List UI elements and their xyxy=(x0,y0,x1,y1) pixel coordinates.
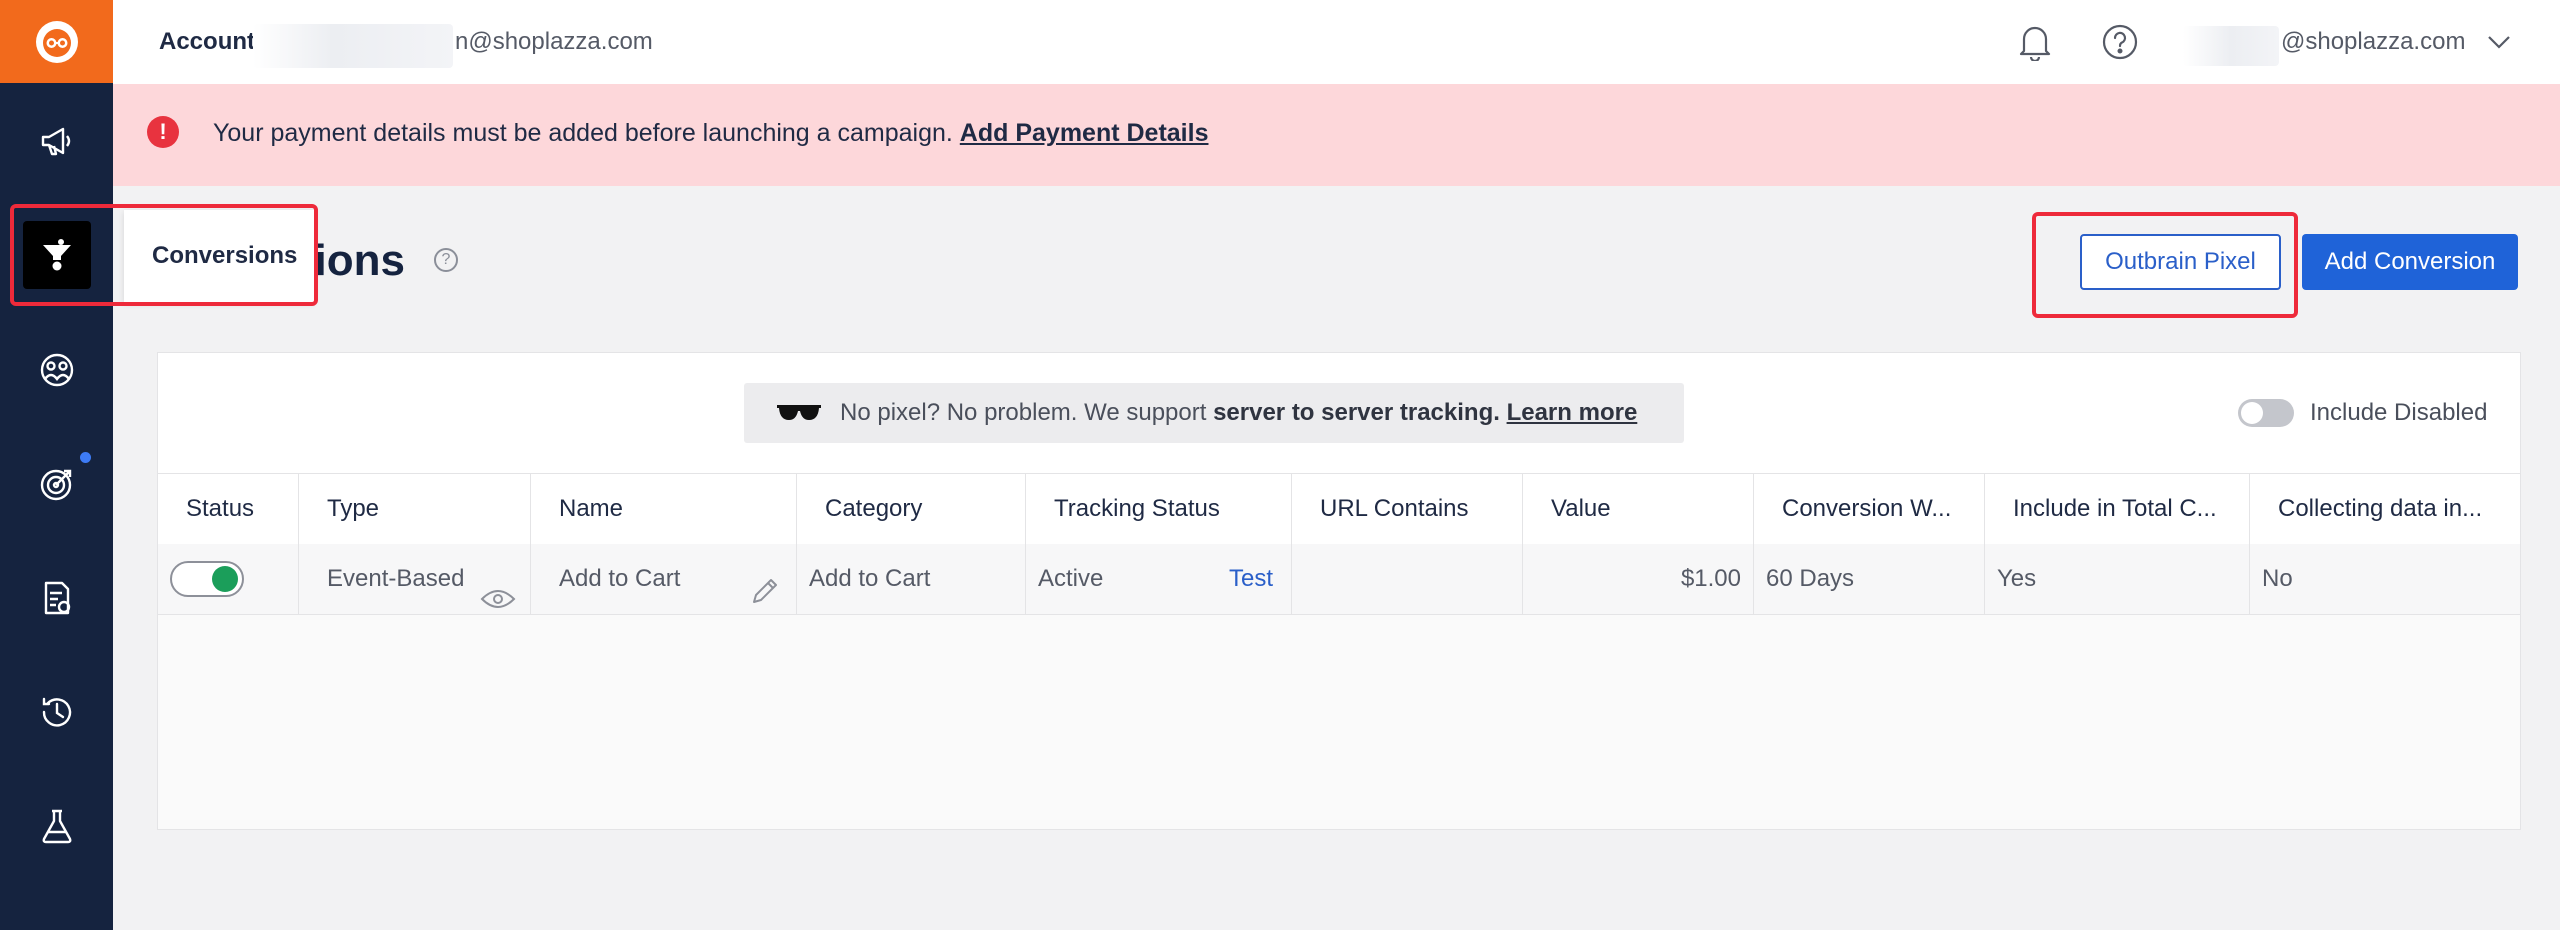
table-row: Event-Based Add to Cart Add to Cart Acti… xyxy=(158,544,2520,615)
tracking-status-cell: Active Test xyxy=(1026,544,1292,614)
column-header[interactable]: Type xyxy=(299,474,531,544)
type-cell: Event-Based xyxy=(299,544,531,614)
status-cell xyxy=(158,544,299,614)
value-cell: $1.00 xyxy=(1523,544,1754,614)
account-label: Account xyxy=(159,28,255,55)
column-header[interactable]: Tracking Status xyxy=(1026,474,1292,544)
name-cell: Add to Cart xyxy=(531,544,797,614)
include-disabled-label: Include Disabled xyxy=(2310,399,2488,426)
name-value: Add to Cart xyxy=(559,565,681,592)
alert-message: Your payment details must be added befor… xyxy=(213,119,953,147)
add-conversion-button[interactable]: Add Conversion xyxy=(2302,234,2518,290)
history-icon xyxy=(42,697,71,727)
column-header[interactable]: Value xyxy=(1523,474,1754,544)
alert-text: Your payment details must be added befor… xyxy=(213,119,1208,148)
highlight-box-pixel xyxy=(2032,212,2298,318)
column-header[interactable]: Name xyxy=(531,474,797,544)
test-link[interactable]: Test xyxy=(1229,544,1273,614)
sidebar-item-audiences[interactable] xyxy=(0,333,113,407)
table-header: Status Type Name Category Tracking Statu… xyxy=(158,473,2520,546)
url-contains-cell xyxy=(1292,544,1523,614)
add-payment-details-link[interactable]: Add Payment Details xyxy=(960,119,1209,147)
type-value: Event-Based xyxy=(327,565,465,592)
highlight-box-conversions xyxy=(10,204,318,306)
column-header[interactable]: Collecting data in... xyxy=(2250,474,2520,544)
column-header[interactable]: Category xyxy=(797,474,1026,544)
sidebar-item-lab[interactable] xyxy=(0,789,113,863)
include-disabled-toggle[interactable] xyxy=(2238,399,2294,427)
megaphone-icon xyxy=(41,127,70,156)
include-in-total-cell: Yes xyxy=(1985,544,2250,614)
target-icon xyxy=(40,469,71,501)
redacted-area xyxy=(2183,26,2279,66)
report-icon xyxy=(44,581,70,615)
lab-flask-icon xyxy=(42,809,71,844)
sidebar-item-campaigns[interactable] xyxy=(0,104,113,178)
collecting-data-cell: No xyxy=(2262,565,2293,592)
card-toolbar: No pixel? No problem. We support server … xyxy=(158,353,2520,473)
column-header[interactable]: URL Contains xyxy=(1292,474,1523,544)
category-cell: Add to Cart xyxy=(797,544,1026,614)
sunglasses-icon xyxy=(776,402,822,424)
status-toggle[interactable] xyxy=(170,561,244,597)
bell-icon[interactable] xyxy=(2015,22,2055,62)
redacted-area xyxy=(253,24,453,68)
column-header[interactable]: Conversion W... xyxy=(1754,474,1985,544)
alert-icon: ! xyxy=(147,116,179,148)
column-header[interactable]: Status xyxy=(158,474,299,544)
chevron-down-icon[interactable] xyxy=(2479,22,2519,62)
column-header[interactable]: Include in Total C... xyxy=(1985,474,2250,544)
payment-alert: ! Your payment details must be added bef… xyxy=(113,84,2560,186)
audience-icon xyxy=(40,353,73,387)
help-circle-icon[interactable] xyxy=(2100,22,2140,62)
eye-icon[interactable] xyxy=(480,568,516,638)
sidebar-item-reports[interactable] xyxy=(0,561,113,635)
account-email[interactable]: n@shoplazza.com xyxy=(455,28,653,56)
sidebar-item-goals[interactable] xyxy=(0,447,113,521)
sidebar-item-history[interactable] xyxy=(0,675,113,749)
top-bar: Account n@shoplazza.com @shoplazza.com xyxy=(113,0,2560,85)
pencil-icon[interactable] xyxy=(750,564,780,634)
help-icon[interactable]: ? xyxy=(434,248,458,272)
pixel-banner-text: No pixel? No problem. We support server … xyxy=(840,399,1638,426)
sidebar xyxy=(0,0,113,930)
learn-more-link[interactable]: Learn more xyxy=(1507,399,1638,426)
notification-dot xyxy=(80,452,91,463)
conversion-window-cell: 60 Days xyxy=(1754,544,1985,614)
outbrain-logo-icon[interactable] xyxy=(0,0,113,83)
conversions-card: No pixel? No problem. We support server … xyxy=(157,352,2521,830)
user-email[interactable]: @shoplazza.com xyxy=(2281,28,2465,56)
server-tracking-banner: No pixel? No problem. We support server … xyxy=(744,383,1684,443)
tracking-status-value: Active xyxy=(1038,565,1104,592)
